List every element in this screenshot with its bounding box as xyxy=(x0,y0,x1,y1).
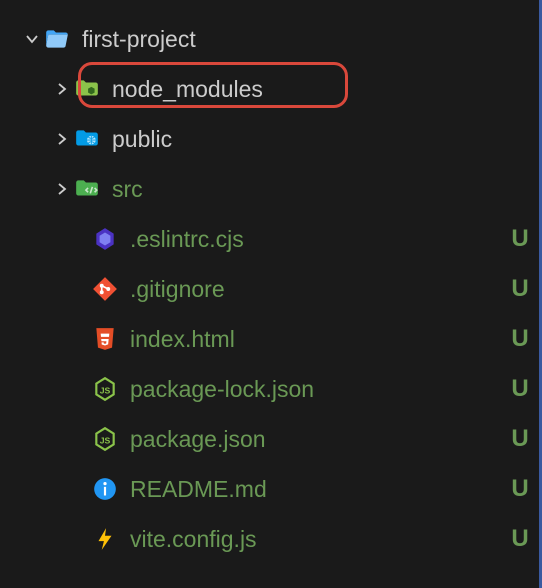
tree-item-label: package-lock.json xyxy=(130,376,501,403)
status-untracked: U xyxy=(501,375,539,403)
tree-item-file[interactable]: .gitignore U xyxy=(0,264,539,314)
folder-public-icon xyxy=(74,126,100,152)
tree-item-label: node_modules xyxy=(112,76,501,103)
tree-item-node-modules[interactable]: node_modules xyxy=(0,64,539,114)
status-untracked: U xyxy=(501,475,539,503)
tree-item-label: package.json xyxy=(130,426,501,453)
tree-item-label: vite.config.js xyxy=(130,526,501,553)
tree-item-label: .eslintrc.cjs xyxy=(130,226,501,253)
nodejs-icon: JS xyxy=(92,376,118,402)
tree-item-public[interactable]: public xyxy=(0,114,539,164)
nodejs-icon: JS xyxy=(92,426,118,452)
svg-text:JS: JS xyxy=(100,435,111,445)
svg-text:JS: JS xyxy=(100,385,111,395)
status-untracked: U xyxy=(501,425,539,453)
tree-item-file[interactable]: index.html U xyxy=(0,314,539,364)
html-icon xyxy=(92,326,118,352)
tree-item-file[interactable]: JS package-lock.json U xyxy=(0,364,539,414)
info-icon xyxy=(92,476,118,502)
folder-node-icon xyxy=(74,76,100,102)
tree-item-src[interactable]: src xyxy=(0,164,539,214)
tree-item-file[interactable]: README.md U xyxy=(0,464,539,514)
tree-root-row[interactable]: first-project xyxy=(0,14,539,64)
folder-open-icon xyxy=(44,26,70,52)
tree-item-label: src xyxy=(112,176,501,203)
status-untracked: U xyxy=(501,325,539,353)
tree-item-label: README.md xyxy=(130,476,501,503)
chevron-right-icon xyxy=(50,181,74,197)
folder-src-icon xyxy=(74,176,100,202)
status-untracked: U xyxy=(501,275,539,303)
tree-item-label: .gitignore xyxy=(130,276,501,303)
chevron-right-icon xyxy=(50,81,74,97)
status-untracked: U xyxy=(501,225,539,253)
file-tree: first-project node_modules public src xyxy=(0,0,539,564)
tree-item-label: index.html xyxy=(130,326,501,353)
tree-root-label: first-project xyxy=(82,26,501,53)
tree-item-label: public xyxy=(112,126,501,153)
status-untracked: U xyxy=(501,525,539,553)
chevron-right-icon xyxy=(50,131,74,147)
tree-item-file[interactable]: vite.config.js U xyxy=(0,514,539,564)
chevron-down-icon xyxy=(20,31,44,47)
vite-icon xyxy=(92,526,118,552)
eslint-icon xyxy=(92,226,118,252)
git-icon xyxy=(92,276,118,302)
tree-item-file[interactable]: JS package.json U xyxy=(0,414,539,464)
tree-item-file[interactable]: .eslintrc.cjs U xyxy=(0,214,539,264)
